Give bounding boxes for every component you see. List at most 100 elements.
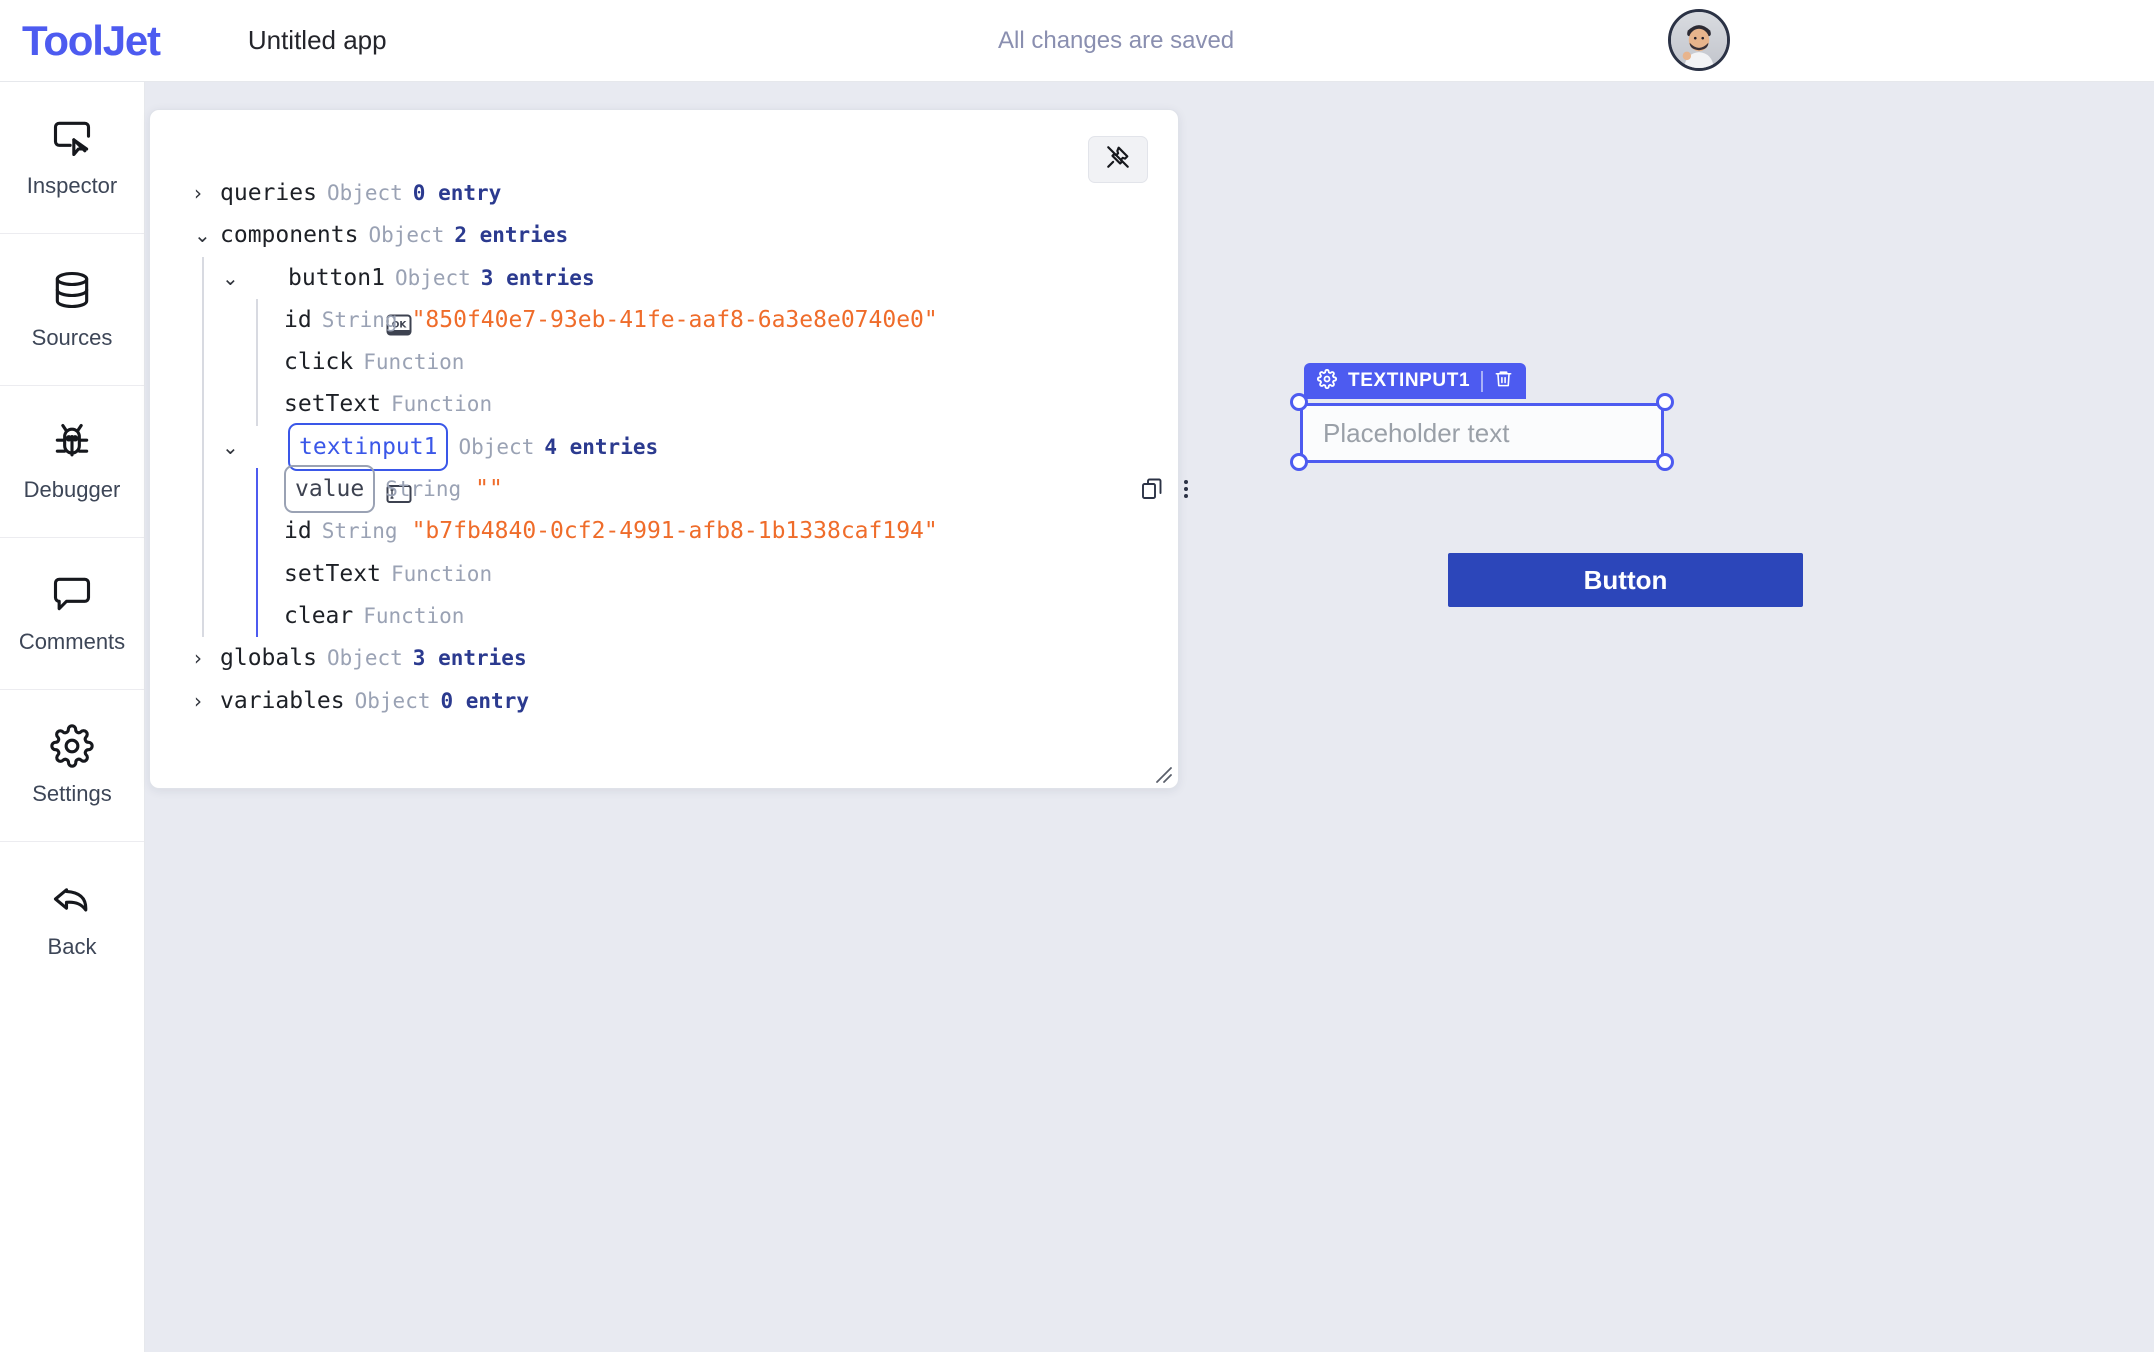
textinput-placeholder: Placeholder text [1323,417,1510,448]
tree-guide-line [256,510,258,553]
sidebar-item-label: Inspector [26,173,118,198]
inspector-icon [50,116,94,160]
tree-guide-line [202,425,204,469]
tree-guide-line [202,383,204,426]
tree-type: Object [368,223,445,248]
tree-key: click [284,349,354,376]
chevron-down-icon[interactable]: ⌄ [194,214,220,256]
tree-row-button1[interactable]: ⌄ OK button1 Object 3 entries [194,256,1144,336]
resize-handle-bottom-left[interactable] [1290,453,1308,471]
avatar[interactable] [1668,9,1730,71]
chevron-down-icon[interactable]: ⌄ [222,426,248,468]
app-title[interactable]: Untitled app [248,25,387,56]
tree-guide-line [256,468,258,511]
tree-count: 4 entries [544,434,659,459]
tree-count: 3 entries [480,265,595,290]
tree-guide-line [202,552,204,595]
tree-value: "850f40e7-93eb-41fe-aaf8-6a3e8e0740e0" [411,306,938,333]
copy-icon[interactable] [1140,477,1164,501]
trash-icon[interactable] [1494,369,1513,393]
tree-key: setText [284,391,381,418]
tree-row-button1-id[interactable]: id String "850f40e7-93eb-41fe-aaf8-6a3e8… [194,298,1144,342]
tree-key: button1 [288,264,385,291]
save-status-text: All changes are saved [998,26,1235,54]
pin-off-icon [1105,144,1131,175]
sidebar-item-debugger[interactable]: Debugger [0,386,144,538]
tree-row-variables[interactable]: › variables Object 0 entry [194,680,1144,722]
tree-row-button1-settext[interactable]: setText Function [194,383,1144,426]
sidebar-item-comments[interactable]: Comments [0,538,144,690]
tree-type: String [321,307,398,332]
tree-row-textinput1[interactable]: ⌄ textinput1 Object 4 entries [194,422,1144,504]
tree-row-globals[interactable]: › globals Object 3 entries [194,637,1144,679]
chevron-down-icon[interactable]: ⌄ [222,257,248,299]
tree-value: "b7fb4840-0cf2-4991-afb8-1b1338caf194" [411,518,938,545]
gear-icon[interactable] [1316,368,1338,394]
inspector-panel: › queries Object 0 entry ⌄ components Ob… [149,109,1188,789]
tree-count: 0 entry [412,181,502,205]
tree-key: components [220,222,359,249]
widget-textinput1[interactable]: TEXTINPUT1 Placeholder text [1290,363,1674,481]
chevron-right-icon[interactable]: › [194,680,220,722]
tree-guide-line [202,298,204,342]
tree-guide-line [256,594,258,638]
tree-row-textinput1-clear[interactable]: clear Function [194,594,1144,638]
divider [1481,370,1484,392]
bug-icon [50,420,94,464]
tree-row-button1-click[interactable]: click Function [194,341,1144,384]
tree-guide-line [256,298,258,342]
more-vertical-icon[interactable] [1182,477,1190,501]
resize-handle-bottom-right[interactable] [1656,453,1674,471]
tree-type: Function [363,603,465,628]
app-canvas[interactable]: › queries Object 0 entry ⌄ components Ob… [145,82,2154,1352]
tree-type: String [321,519,398,544]
tree-guide-line [202,510,204,553]
tree-type: String [385,477,462,502]
gear-icon [50,724,94,768]
tree-type: Object [326,646,403,671]
row-action-group [1140,477,1190,501]
sidebar-item-settings[interactable]: Settings [0,690,144,842]
left-sidebar: Inspector Sources Debugger Comments Sett… [0,82,145,1352]
tree-guide-line [202,341,204,384]
chevron-right-icon[interactable]: › [194,637,220,679]
tree-key: globals [220,645,317,672]
widget-label-bar: TEXTINPUT1 [1304,363,1527,399]
tree-key: setText [284,560,381,587]
tree-key: variables [220,687,345,714]
tree-guide-line [256,552,258,595]
textinput-field[interactable]: Placeholder text [1300,403,1664,463]
sidebar-item-back[interactable]: Back [0,842,144,994]
sidebar-item-label: Comments [18,629,126,654]
ok-key-icon: OK [248,266,412,336]
tree-row-textinput1-value[interactable]: value String "" [194,465,1188,514]
tree-guide-line [202,594,204,638]
resize-handle-top-right[interactable] [1656,393,1674,411]
sidebar-item-label: Settings [32,781,112,806]
tree-key: value [284,465,376,514]
tooljet-logo[interactable]: ToolJet [22,17,161,65]
tree-key: clear [284,602,354,629]
tree-count: 2 entries [454,223,569,248]
chevron-right-icon[interactable]: › [194,172,220,214]
tree-key: textinput1 [288,422,449,472]
sidebar-item-label: Sources [31,325,113,350]
tree-key: id [284,306,312,333]
resize-handle-top-left[interactable] [1290,393,1308,411]
tree-row-textinput1-settext[interactable]: setText Function [194,552,1144,595]
sidebar-item-inspector[interactable]: Inspector [0,82,144,234]
tree-row-textinput1-id[interactable]: id String "b7fb4840-0cf2-4991-afb8-1b133… [194,510,1144,553]
tree-row-components[interactable]: ⌄ components Object 2 entries [194,214,1144,256]
tree-count: 0 entry [440,688,529,713]
tree-row-queries[interactable]: › queries Object 0 entry [194,172,1144,214]
widget-button1[interactable]: Button [1448,553,1803,607]
tree-count: 3 entries [412,646,527,671]
panel-resize-handle[interactable] [1147,758,1173,784]
tree-type: Object [458,434,535,459]
tree-type: Object [326,181,403,205]
tree-type: Object [394,265,471,290]
sidebar-item-sources[interactable]: Sources [0,234,144,386]
tree-type: Function [390,392,493,417]
text-input-icon [248,435,412,504]
tree-type: Function [390,561,493,586]
